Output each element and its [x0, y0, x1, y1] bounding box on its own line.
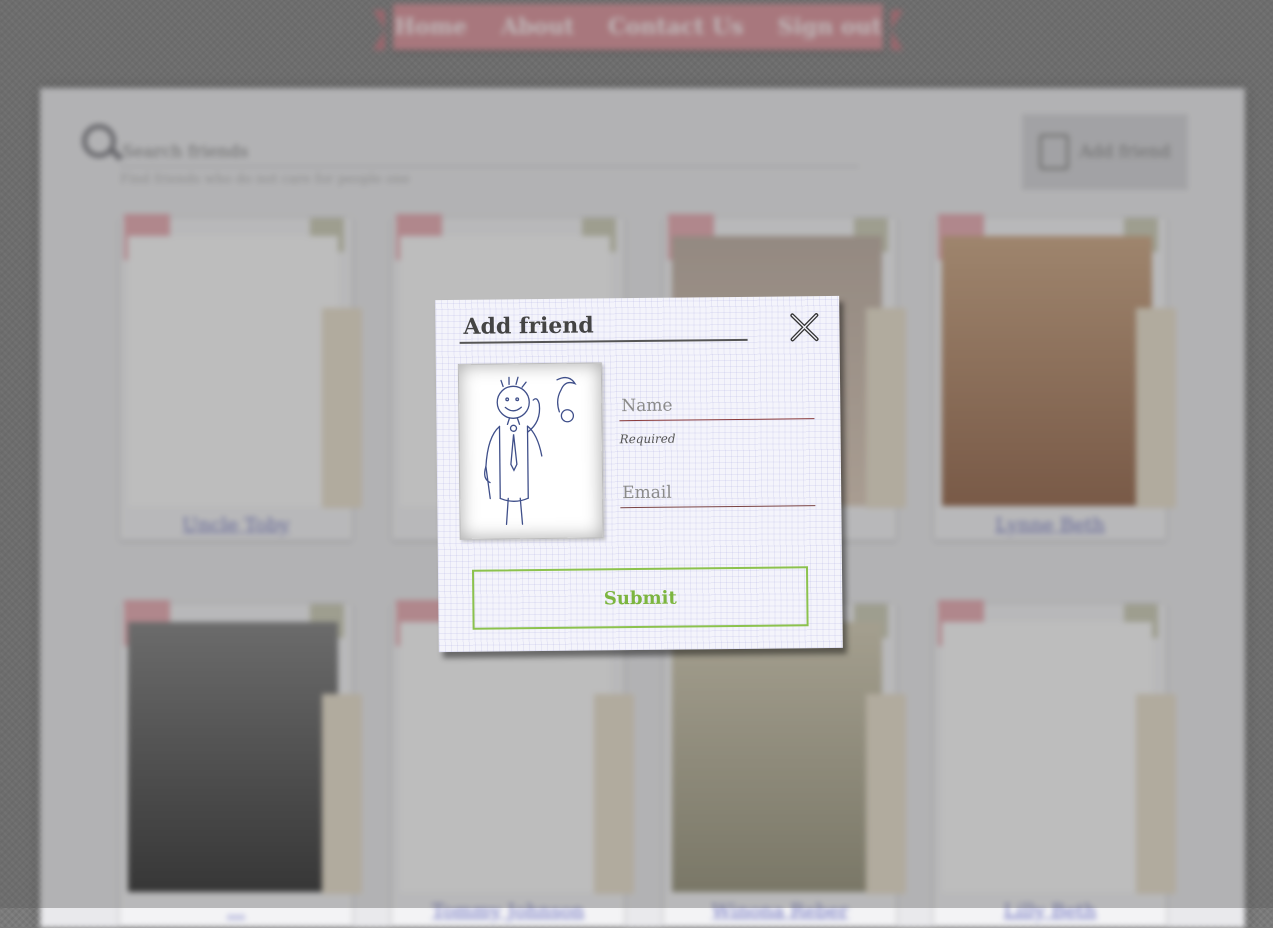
- title-underline: [459, 338, 748, 344]
- avatar-placeholder[interactable]: [457, 362, 604, 540]
- name-input[interactable]: [619, 392, 815, 422]
- dialog-title: Add friend: [463, 312, 594, 340]
- stick-figure-avatar-icon: [484, 376, 577, 526]
- email-field-wrap: [620, 479, 816, 509]
- name-required-hint: Required: [619, 431, 676, 447]
- email-input[interactable]: [620, 479, 816, 509]
- submit-button[interactable]: Submit: [471, 566, 809, 630]
- close-icon[interactable]: [789, 312, 819, 342]
- add-friend-dialog: Add friend Name Required Email Submit: [435, 295, 843, 653]
- name-field-wrap: [619, 392, 815, 422]
